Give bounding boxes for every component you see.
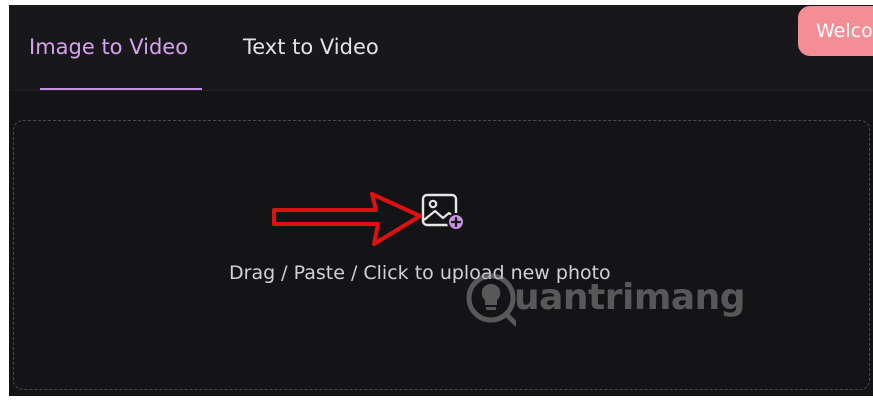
page-edge-left [0,0,9,402]
upload-dropzone[interactable] [13,120,870,390]
active-tab-indicator [40,88,202,90]
page-edge-top [0,0,873,5]
lightbulb-logo-icon [466,273,516,327]
red-arrow-annotation [272,192,422,246]
tab-header: Image to Video Text to Video [9,5,873,91]
tab-image-to-video[interactable]: Image to Video [29,33,188,61]
watermark: uantrimang [466,268,746,328]
page-edge-bottom [0,396,873,402]
watermark-text: uantrimang [514,277,746,318]
tab-text-to-video[interactable]: Text to Video [243,33,379,61]
app-window: Image to Video Text to Video Welcome Dra… [0,0,873,402]
welcome-button[interactable]: Welcome [798,6,873,56]
